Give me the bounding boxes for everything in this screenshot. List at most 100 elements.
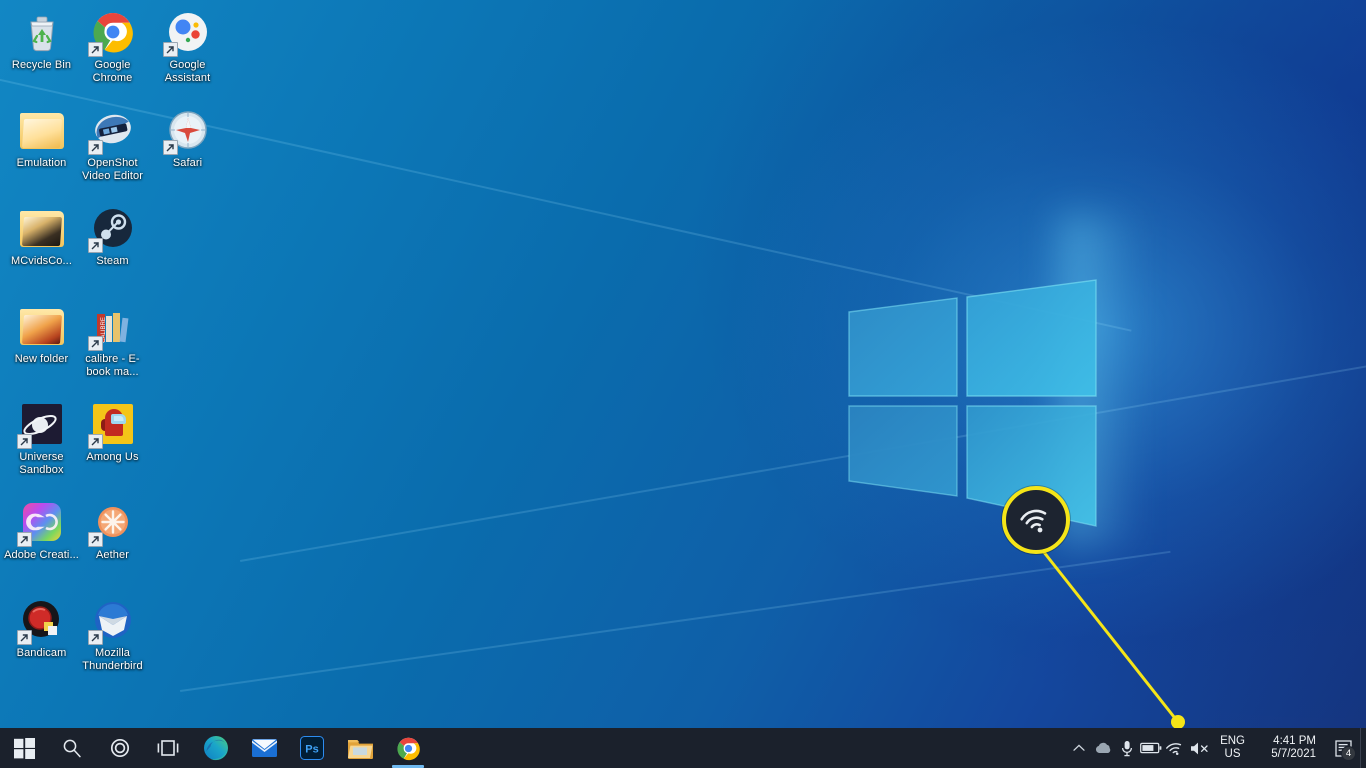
safari-icon (162, 106, 212, 155)
taskbar-item-mail[interactable] (240, 728, 288, 768)
task-view-button[interactable] (144, 728, 192, 768)
desktop-icon-label: calibre - E-book ma... (85, 353, 140, 378)
desktop-icon-bandicam[interactable]: Bandicam (4, 596, 79, 660)
aether-icon (87, 498, 137, 547)
among-us-icon (87, 400, 137, 449)
desktop-icon-among-us[interactable]: Among Us (75, 400, 150, 464)
desktop-icon-safari[interactable]: Safari (150, 106, 225, 170)
tray-microphone-icon[interactable] (1115, 728, 1139, 768)
tray-language-line1: ENG (1220, 735, 1245, 747)
tray-overflow-chevron-up-icon[interactable] (1067, 728, 1091, 768)
desktop-icon-label: New folder (14, 353, 69, 365)
folder-icon (18, 204, 66, 252)
file-explorer-icon (347, 739, 373, 759)
tray-language-indicator[interactable]: ENG US (1211, 728, 1254, 768)
shortcut-arrow-icon (16, 630, 32, 645)
desktop-icon-new-folder[interactable]: New folder (4, 302, 79, 366)
openshot-icon (87, 106, 137, 155)
tray-wifi-icon[interactable] (1163, 728, 1187, 768)
google-chrome-icon (396, 737, 420, 760)
universe-sandbox-icon (16, 400, 66, 449)
action-center-button[interactable]: 4 (1326, 728, 1360, 768)
desktop-icon-label: Safari (172, 157, 203, 169)
taskbar-item-file-explorer[interactable] (336, 728, 384, 768)
tray-speaker-muted-icon[interactable] (1187, 728, 1211, 768)
cortana-button[interactable] (96, 728, 144, 768)
tray-clock-date: 5/7/2021 (1271, 748, 1316, 760)
shortcut-arrow-icon (162, 140, 178, 155)
taskbar-item-photoshop[interactable]: Ps (288, 728, 336, 768)
svg-text:Ps: Ps (305, 744, 318, 756)
shortcut-arrow-icon (87, 42, 103, 57)
light-ray-middle (240, 362, 1366, 562)
cortana-icon (110, 738, 130, 758)
shortcut-arrow-icon (87, 238, 103, 253)
desktop-icon-emulation[interactable]: Emulation (4, 106, 79, 170)
desktop-icon-google-chrome[interactable]: Google Chrome (75, 8, 150, 84)
taskbar-item-microsoft-edge[interactable] (192, 728, 240, 768)
windows-start-icon (13, 737, 35, 759)
desktop-icon-label: Emulation (16, 157, 67, 169)
microsoft-edge-icon (204, 736, 228, 761)
desktop-icon-steam[interactable]: Steam (75, 204, 150, 268)
start-button[interactable] (0, 728, 48, 768)
tray-clock-time: 4:41 PM (1273, 735, 1316, 747)
google-assistant-icon (162, 8, 212, 57)
wifi-icon (1020, 509, 1047, 533)
bandicam-icon (16, 596, 66, 645)
shortcut-arrow-icon (87, 434, 103, 449)
desktop-icon-label: OpenShot Video Editor (82, 157, 143, 182)
desktop-icon-mcvidsco[interactable]: MCvidsCo... (4, 204, 79, 268)
desktop-icon-label: Mozilla Thunderbird (82, 647, 143, 672)
desktop-icon-label: Recycle Bin (11, 59, 72, 71)
system-tray: ENG US 4:41 PM 5/7/2021 4 (1067, 728, 1366, 768)
desktop-icon-aether[interactable]: Aether (75, 498, 150, 562)
desktop-icon-universe-sandbox[interactable]: Universe Sandbox (4, 400, 79, 476)
recycle-bin-icon (18, 8, 66, 56)
search-button[interactable] (48, 728, 96, 768)
search-icon (63, 739, 81, 758)
taskbar: Ps ENG US 4:41 PM 5/7/2021 4 (0, 728, 1366, 768)
shortcut-arrow-icon (87, 140, 103, 155)
desktop-icon-label: Google Chrome (92, 59, 133, 84)
desktop-icon-grid: Recycle Bin Google Chrome Google Assista… (0, 0, 240, 720)
desktop-icon-label: Adobe Creati... (4, 549, 79, 561)
shortcut-arrow-icon (162, 42, 178, 57)
steam-icon (87, 204, 137, 253)
photoshop-icon: Ps (300, 736, 324, 760)
taskbar-item-google-chrome[interactable] (384, 728, 432, 768)
google-chrome-icon (87, 8, 137, 57)
show-desktop-button[interactable] (1360, 728, 1366, 768)
desktop-icon-google-assistant[interactable]: Google Assistant (150, 8, 225, 84)
light-ray-lower (180, 550, 1171, 692)
adobe-creative-cloud-icon (16, 498, 66, 547)
desktop-icon-label: Steam (96, 255, 129, 267)
desktop-icon-label: MCvidsCo... (11, 255, 72, 267)
shortcut-arrow-icon (87, 630, 103, 645)
callout-wifi-highlight (1002, 486, 1070, 554)
windows-logo-wallpaper (845, 268, 1101, 532)
mozilla-thunderbird-icon (87, 596, 137, 645)
task-view-icon (157, 740, 179, 756)
shortcut-arrow-icon (87, 336, 103, 351)
desktop-icon-label: Bandicam (16, 647, 67, 659)
folder-icon (18, 302, 66, 350)
shortcut-arrow-icon (16, 532, 32, 547)
desktop-icon-adobe-creative-cloud[interactable]: Adobe Creati... (4, 498, 79, 562)
desktop-icon-label: Universe Sandbox (19, 451, 64, 476)
tray-battery-icon[interactable] (1139, 728, 1163, 768)
mail-icon (251, 739, 277, 757)
shortcut-arrow-icon (87, 532, 103, 547)
tray-language-line2: US (1224, 748, 1241, 760)
folder-icon (18, 106, 66, 154)
desktop-icon-openshot-video-editor[interactable]: OpenShot Video Editor (75, 106, 150, 182)
calibre-icon: CALIBRE (87, 302, 137, 351)
tray-clock[interactable]: 4:41 PM 5/7/2021 (1254, 728, 1326, 768)
shortcut-arrow-icon (16, 434, 32, 449)
tray-onedrive-cloud-icon[interactable] (1091, 728, 1115, 768)
desktop-icon-recycle-bin[interactable]: Recycle Bin (4, 8, 79, 72)
action-center-badge: 4 (1341, 746, 1356, 761)
desktop-icon-mozilla-thunderbird[interactable]: Mozilla Thunderbird (75, 596, 150, 672)
desktop-icon-label: Google Assistant (164, 59, 211, 84)
desktop-icon-calibre[interactable]: CALIBRE calibre - E-book ma... (75, 302, 150, 378)
